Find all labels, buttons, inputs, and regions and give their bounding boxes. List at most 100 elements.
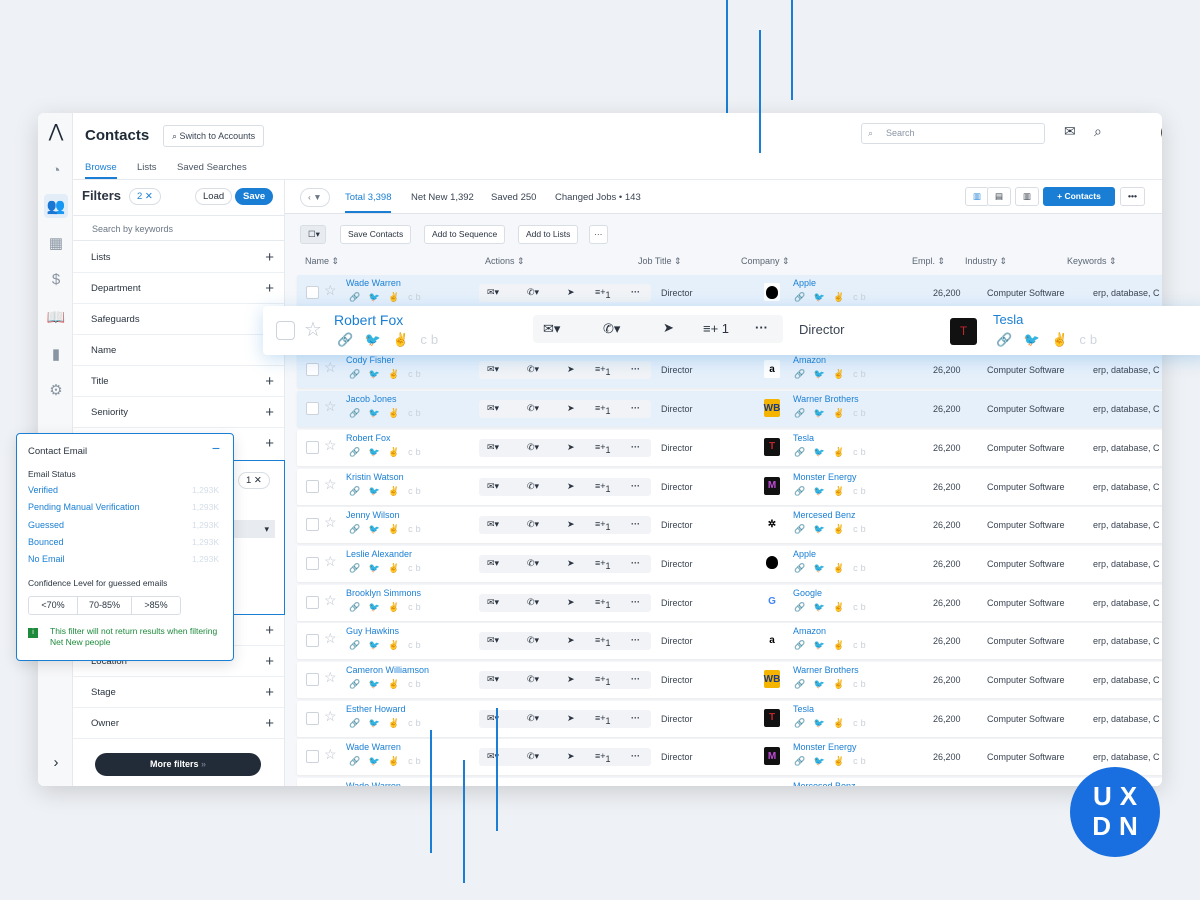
- phone-icon[interactable]: ✆▾: [527, 751, 539, 762]
- more-icon[interactable]: ···: [631, 481, 640, 491]
- tab-net-new[interactable]: Net New 1,392: [411, 192, 474, 203]
- email-status-option[interactable]: Verified: [28, 485, 58, 495]
- table-row[interactable]: ☆ Cameron Williamson 🔗 🐦 ✌ cb ✉▾ ✆▾ ➤ ≡+…: [297, 662, 1162, 698]
- table-view-icon[interactable]: ▥: [965, 187, 990, 206]
- email-icon[interactable]: ✉▾: [487, 519, 499, 530]
- contact-name[interactable]: Guy Hawkins: [346, 626, 399, 636]
- save-button[interactable]: Save: [235, 188, 274, 205]
- plus-icon[interactable]: +: [265, 708, 274, 739]
- star-icon[interactable]: ☆: [324, 669, 337, 686]
- row-checkbox[interactable]: [306, 479, 319, 493]
- table-row[interactable]: ☆ Guy Hawkins 🔗 🐦 ✌ cb ✉▾ ✆▾ ➤ ≡+ 1 ··· …: [297, 623, 1162, 660]
- star-icon[interactable]: ☆: [324, 746, 337, 763]
- avatar[interactable]: [1161, 122, 1162, 143]
- more-icon[interactable]: ···: [755, 320, 768, 335]
- phone-icon[interactable]: ✆▾: [527, 481, 539, 492]
- contact-name[interactable]: Wade Warren: [346, 781, 401, 786]
- confidence-mid[interactable]: 70-85%: [78, 597, 132, 614]
- filter-item[interactable]: Stage +: [73, 677, 284, 708]
- add-to-sequence-icon[interactable]: ≡+ 1: [595, 751, 611, 764]
- add-to-sequence-button[interactable]: Add to Sequence: [424, 225, 506, 244]
- email-status-option[interactable]: Bounced: [28, 537, 64, 547]
- more-icon[interactable]: ···: [631, 403, 640, 413]
- filter-item[interactable]: Department +: [73, 273, 284, 304]
- table-row[interactable]: ☆ Esther Howard 🔗 🐦 ✌ cb ✉▾ ✆▾ ➤ ≡+ 1 ··…: [297, 700, 1162, 737]
- row-checkbox[interactable]: [306, 750, 319, 764]
- select-all-checkbox[interactable]: ☐▾: [300, 225, 326, 244]
- send-icon[interactable]: ➤: [567, 558, 575, 569]
- send-icon[interactable]: ➤: [567, 287, 575, 298]
- row-checkbox[interactable]: [306, 556, 319, 570]
- contact-name[interactable]: Jenny Wilson: [346, 510, 400, 520]
- send-icon[interactable]: ➤: [567, 403, 575, 414]
- table-row[interactable]: ☆ Jacob Jones 🔗 🐦 ✌ cb ✉▾ ✆▾ ➤ ≡+ 1 ··· …: [297, 391, 1162, 428]
- email-icon[interactable]: ✉▾: [543, 321, 560, 337]
- star-icon[interactable]: ☆: [324, 630, 337, 647]
- send-icon[interactable]: ➤: [567, 481, 575, 492]
- plus-icon[interactable]: +: [265, 428, 274, 459]
- plus-icon[interactable]: +: [265, 397, 274, 428]
- contact-name[interactable]: Brooklyn Simmons: [346, 588, 421, 598]
- row-checkbox[interactable]: [306, 440, 319, 454]
- send-icon[interactable]: ➤: [567, 519, 575, 530]
- send-icon[interactable]: ➤: [567, 442, 575, 453]
- card-view-icon[interactable]: ▤: [987, 187, 1012, 206]
- add-to-sequence-icon[interactable]: ≡+ 1: [595, 442, 611, 455]
- more-icon[interactable]: ···: [631, 287, 640, 297]
- phone-icon[interactable]: ✆▾: [527, 674, 539, 685]
- keyword-search-input[interactable]: Search by keywords: [73, 215, 284, 241]
- col-name[interactable]: Name ⇕: [305, 256, 339, 267]
- company-name[interactable]: Google: [793, 588, 822, 598]
- contact-name[interactable]: Kristin Watson: [346, 472, 404, 482]
- company-name[interactable]: Monster Energy: [793, 472, 857, 482]
- row-checkbox[interactable]: [306, 363, 319, 377]
- email-icon[interactable]: ✉▾: [487, 558, 499, 569]
- phone-icon[interactable]: ✆▾: [527, 442, 539, 453]
- phone-icon[interactable]: ✆▾: [527, 597, 539, 608]
- email-icon[interactable]: ✉▾: [487, 481, 499, 492]
- star-icon[interactable]: ☆: [324, 476, 337, 493]
- floating-row-robert-fox[interactable]: ☆ Robert Fox 🔗 🐦 ✌ cb ✉▾ ✆▾ ➤ ≡+ 1 ··· D…: [263, 306, 1200, 355]
- filter-item[interactable]: Name+: [73, 335, 284, 366]
- star-icon[interactable]: ☆: [304, 317, 322, 342]
- tab-changed-jobs[interactable]: Changed Jobs • 143: [555, 192, 641, 203]
- row-checkbox[interactable]: [306, 673, 319, 686]
- row-checkbox[interactable]: [276, 321, 295, 340]
- company-name[interactable]: Tesla: [993, 312, 1023, 327]
- plus-icon[interactable]: +: [265, 615, 274, 646]
- add-to-sequence-icon[interactable]: ≡+ 1: [595, 403, 611, 416]
- send-icon[interactable]: ➤: [567, 713, 575, 724]
- dollar-icon[interactable]: $: [44, 267, 68, 291]
- add-to-sequence-icon[interactable]: ≡+ 1: [595, 558, 611, 571]
- star-icon[interactable]: ☆: [324, 553, 337, 570]
- bulk-more-button[interactable]: ···: [589, 225, 608, 244]
- columns-icon[interactable]: ▥: [1015, 187, 1040, 206]
- more-icon[interactable]: ···: [631, 751, 640, 761]
- more-filters-button[interactable]: More filters »: [95, 753, 261, 776]
- company-name[interactable]: Tesla: [793, 704, 814, 714]
- book-icon[interactable]: 📖: [44, 305, 68, 329]
- email-icon[interactable]: ✉▾: [487, 442, 499, 453]
- search-input[interactable]: Search: [861, 123, 1045, 144]
- contact-name[interactable]: Wade Warren: [346, 742, 401, 752]
- plus-icon[interactable]: +: [265, 366, 274, 397]
- company-name[interactable]: Monster Energy: [793, 742, 857, 752]
- star-icon[interactable]: ☆: [324, 282, 337, 299]
- phone-icon[interactable]: ✆▾: [527, 519, 539, 530]
- more-options-button[interactable]: •••: [1120, 187, 1145, 206]
- more-icon[interactable]: ···: [631, 442, 640, 452]
- company-name[interactable]: Apple: [793, 278, 816, 288]
- add-to-sequence-icon[interactable]: ≡+ 1: [595, 287, 611, 300]
- email-icon[interactable]: ✉▾: [487, 674, 499, 685]
- star-icon[interactable]: ☆: [324, 785, 337, 786]
- add-to-sequence-icon[interactable]: ≡+ 1: [595, 597, 611, 610]
- star-icon[interactable]: ☆: [324, 437, 337, 454]
- row-checkbox[interactable]: [306, 518, 319, 532]
- contact-name[interactable]: Robert Fox: [334, 312, 403, 328]
- save-contacts-button[interactable]: Save Contacts: [340, 225, 412, 244]
- row-checkbox[interactable]: [306, 402, 319, 416]
- expand-icon[interactable]: ›: [44, 750, 68, 774]
- filter-count-badge[interactable]: 2 ✕: [129, 188, 161, 205]
- email-icon[interactable]: ✉▾: [487, 364, 499, 375]
- add-to-sequence-icon[interactable]: ≡+ 1: [595, 674, 611, 687]
